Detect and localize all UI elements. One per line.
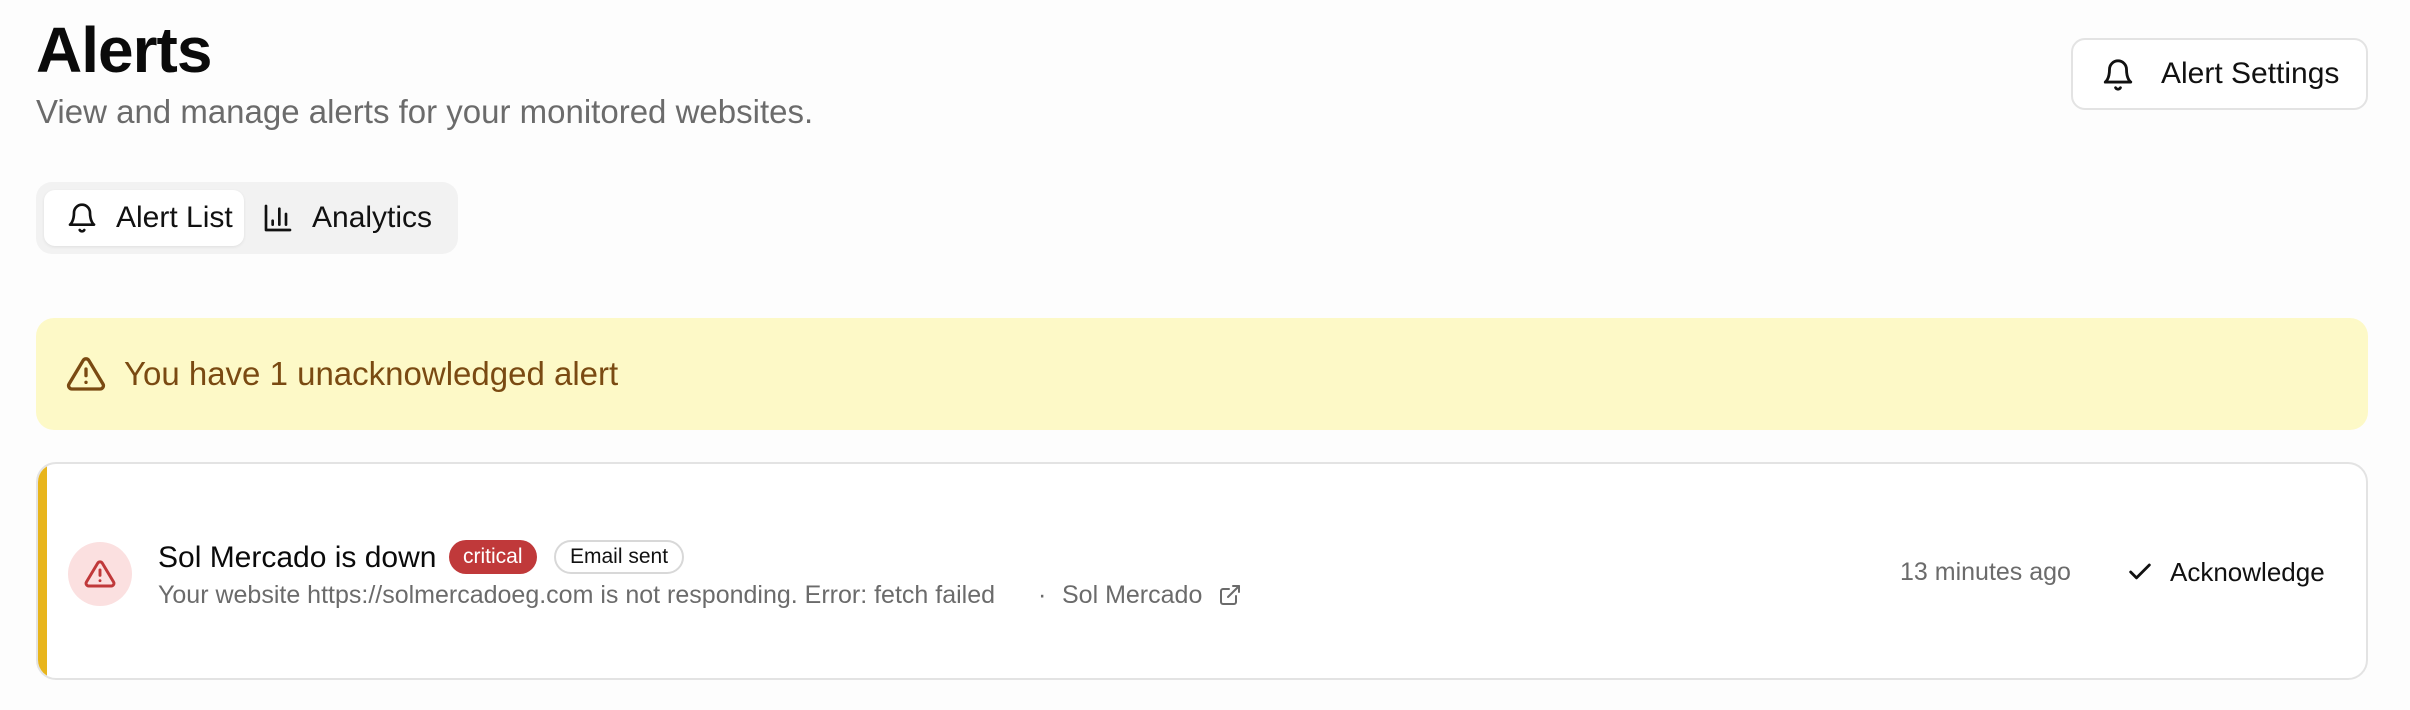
alerts-page: Alerts View and manage alerts for your m…	[0, 0, 2410, 710]
bell-icon	[68, 203, 96, 233]
alert-timestamp: 13 minutes ago	[1900, 558, 2071, 586]
tab-analytics[interactable]: Analytics	[256, 190, 450, 246]
email-sent-badge: Email sent	[554, 540, 685, 574]
banner-text: You have 1 unacknowledged alert	[124, 355, 619, 392]
tab-alert-list[interactable]: Alert List	[44, 190, 244, 246]
page-title: Alerts	[36, 14, 212, 86]
view-tabs: Alert List Analytics	[36, 182, 458, 254]
bar-chart-icon	[264, 204, 292, 232]
page-subtitle: View and manage alerts for your monitore…	[36, 93, 814, 130]
separator-dot: ·	[1038, 581, 1047, 609]
acknowledge-label: Acknowledge	[2170, 557, 2325, 587]
check-icon	[2129, 563, 2151, 580]
tab-alert-list-label: Alert List	[116, 201, 233, 234]
alert-settings-label: Alert Settings	[2161, 57, 2340, 90]
alert-card: Sol Mercado is down critical Email sent …	[36, 462, 2368, 680]
severity-badge: critical	[449, 540, 537, 574]
alert-settings-button[interactable]: Alert Settings	[2071, 38, 2368, 110]
alert-accent-bar	[38, 464, 47, 678]
warning-icon	[84, 560, 116, 588]
external-link-icon[interactable]	[1218, 583, 1242, 607]
unacknowledged-banner: You have 1 unacknowledged alert	[36, 318, 2368, 430]
bell-icon	[2103, 59, 2133, 91]
alert-description: Your website https://solmercadoeg.com is…	[158, 581, 996, 609]
site-link[interactable]: Sol Mercado	[1062, 578, 1202, 612]
alert-status-icon	[68, 542, 132, 606]
warning-icon	[66, 357, 106, 391]
acknowledge-button[interactable]: Acknowledge	[2112, 540, 2342, 604]
tab-analytics-label: Analytics	[312, 201, 433, 234]
alert-title: Sol Mercado is down	[158, 541, 437, 574]
